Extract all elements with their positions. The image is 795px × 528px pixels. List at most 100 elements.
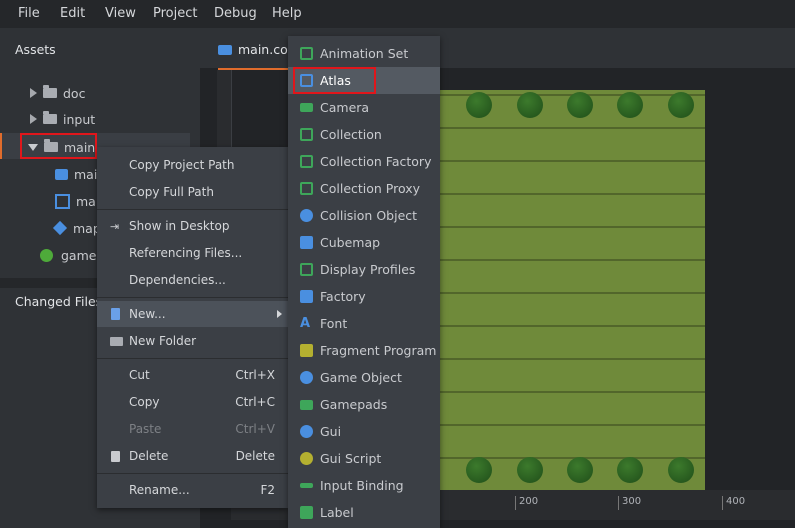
menu-debug[interactable]: Debug: [214, 6, 257, 21]
copy-project-path-item[interactable]: Copy Project Path: [97, 152, 288, 178]
new-game-object-item[interactable]: Game Object: [288, 364, 440, 391]
menu-item-label: Font: [320, 316, 348, 331]
tilemap-canvas[interactable]: [420, 90, 705, 490]
referencing-files-item[interactable]: Referencing Files...: [97, 240, 288, 266]
copy-item[interactable]: Copy Ctrl+C: [97, 389, 288, 415]
menu-view[interactable]: View: [105, 6, 136, 21]
new-label-item[interactable]: Label: [288, 499, 440, 526]
new-gamepads-item[interactable]: Gamepads: [288, 391, 440, 418]
menu-bar: File Edit View Project Debug Help: [0, 0, 795, 28]
animation-set-icon: [300, 47, 313, 60]
factory-icon: [300, 290, 313, 303]
menu-separator: [97, 358, 288, 359]
menu-edit[interactable]: Edit: [60, 6, 85, 21]
menu-item-label: Show in Desktop: [129, 219, 230, 233]
tree-item-label: doc: [63, 85, 86, 101]
cubemap-icon: [300, 236, 313, 249]
menu-item-label: New...: [129, 307, 166, 321]
highlight-box-atlas: [293, 67, 376, 94]
menu-item-label: Game Object: [320, 370, 402, 385]
menu-item-label: Referencing Files...: [129, 246, 243, 260]
menu-item-label: Gui Script: [320, 451, 382, 466]
new-collision-object-item[interactable]: Collision Object: [288, 202, 440, 229]
menu-separator: [97, 209, 288, 210]
new-collection-factory-item[interactable]: Collection Factory: [288, 148, 440, 175]
chevron-right-icon[interactable]: [30, 114, 37, 124]
new-submenu: Animation Set Atlas Camera Collection Co…: [288, 36, 440, 528]
new-display-profiles-item[interactable]: Display Profiles: [288, 256, 440, 283]
menu-item-label: Label: [320, 505, 354, 520]
tree-item-label: mai: [76, 193, 100, 209]
tree-sprite: [668, 457, 694, 483]
folder-icon: [110, 336, 123, 346]
changed-files-title: Changed Files: [15, 294, 103, 309]
tree-sprite: [517, 92, 543, 118]
menu-separator: [97, 297, 288, 298]
new-font-item[interactable]: A Font: [288, 310, 440, 337]
paste-item[interactable]: Paste Ctrl+V: [97, 416, 288, 442]
tree-item-main-atlas[interactable]: mai: [55, 188, 99, 214]
new-fragment-program-item[interactable]: Fragment Program: [288, 337, 440, 364]
new-collection-item[interactable]: Collection: [288, 121, 440, 148]
new-input-binding-item[interactable]: Input Binding: [288, 472, 440, 499]
game-project-icon: [40, 248, 53, 262]
chevron-right-icon[interactable]: [30, 88, 37, 98]
menu-item-label: Paste: [129, 422, 162, 436]
new-animation-set-item[interactable]: Animation Set: [288, 40, 440, 67]
menu-item-label: Fragment Program: [320, 343, 437, 358]
gamepads-icon: [300, 399, 313, 410]
tree-item-input[interactable]: input: [30, 106, 95, 132]
tree-sprite: [517, 457, 543, 483]
new-gui-item[interactable]: Gui: [288, 418, 440, 445]
tilemap-icon: [52, 220, 68, 236]
new-camera-item[interactable]: Camera: [288, 94, 440, 121]
tree-sprite: [617, 457, 643, 483]
folder-icon: [43, 111, 57, 124]
collection-proxy-icon: [300, 182, 313, 195]
new-collection-proxy-item[interactable]: Collection Proxy: [288, 175, 440, 202]
selected-row-edge: [0, 133, 2, 159]
context-menu: Copy Project Path Copy Full Path ⇥ Show …: [97, 147, 288, 508]
input-binding-icon: [300, 483, 313, 488]
menu-file[interactable]: File: [18, 6, 40, 21]
dependencies-item[interactable]: Dependencies...: [97, 267, 288, 293]
tab-main-collection[interactable]: main.colli: [218, 42, 298, 57]
arrow-right-icon: ⇥: [110, 219, 120, 233]
new-gui-script-item[interactable]: Gui Script: [288, 445, 440, 472]
menu-project[interactable]: Project: [153, 6, 197, 21]
shortcut-label: Ctrl+V: [235, 422, 275, 436]
collection-factory-icon: [300, 155, 313, 168]
cut-item[interactable]: Cut Ctrl+X: [97, 362, 288, 388]
delete-item[interactable]: Delete Delete: [97, 443, 288, 469]
collection-icon: [218, 44, 232, 55]
menu-item-label: Input Binding: [320, 478, 404, 493]
rename-item[interactable]: Rename... F2: [97, 477, 288, 503]
label-icon: [300, 506, 313, 519]
menu-item-label: Display Profiles: [320, 262, 416, 277]
menu-separator: [97, 473, 288, 474]
show-in-desktop-item[interactable]: ⇥ Show in Desktop: [97, 213, 288, 239]
folder-icon: [43, 85, 57, 98]
menu-help[interactable]: Help: [272, 6, 302, 21]
new-cubemap-item[interactable]: Cubemap: [288, 229, 440, 256]
fragment-program-icon: [300, 344, 313, 357]
file-icon: [111, 308, 120, 320]
tree-item-doc[interactable]: doc: [30, 80, 85, 106]
tree-sprite: [466, 92, 492, 118]
menu-item-label: Cut: [129, 368, 150, 382]
menu-item-label: Animation Set: [320, 46, 409, 61]
game-object-icon: [300, 371, 313, 384]
new-item[interactable]: New...: [97, 301, 288, 327]
shortcut-label: Ctrl+X: [235, 368, 275, 382]
menu-item-label: Collection Factory: [320, 154, 432, 169]
new-folder-item[interactable]: New Folder: [97, 328, 288, 354]
tree-sprite: [567, 457, 593, 483]
menu-item-label: Collection: [320, 127, 382, 142]
new-factory-item[interactable]: Factory: [288, 283, 440, 310]
copy-full-path-item[interactable]: Copy Full Path: [97, 179, 288, 205]
shortcut-label: F2: [260, 483, 275, 497]
tree-item-main-collection[interactable]: mai: [55, 161, 97, 187]
trash-icon: [111, 450, 120, 462]
tree-item-map[interactable]: map: [52, 215, 101, 241]
font-icon: A: [300, 316, 311, 331]
